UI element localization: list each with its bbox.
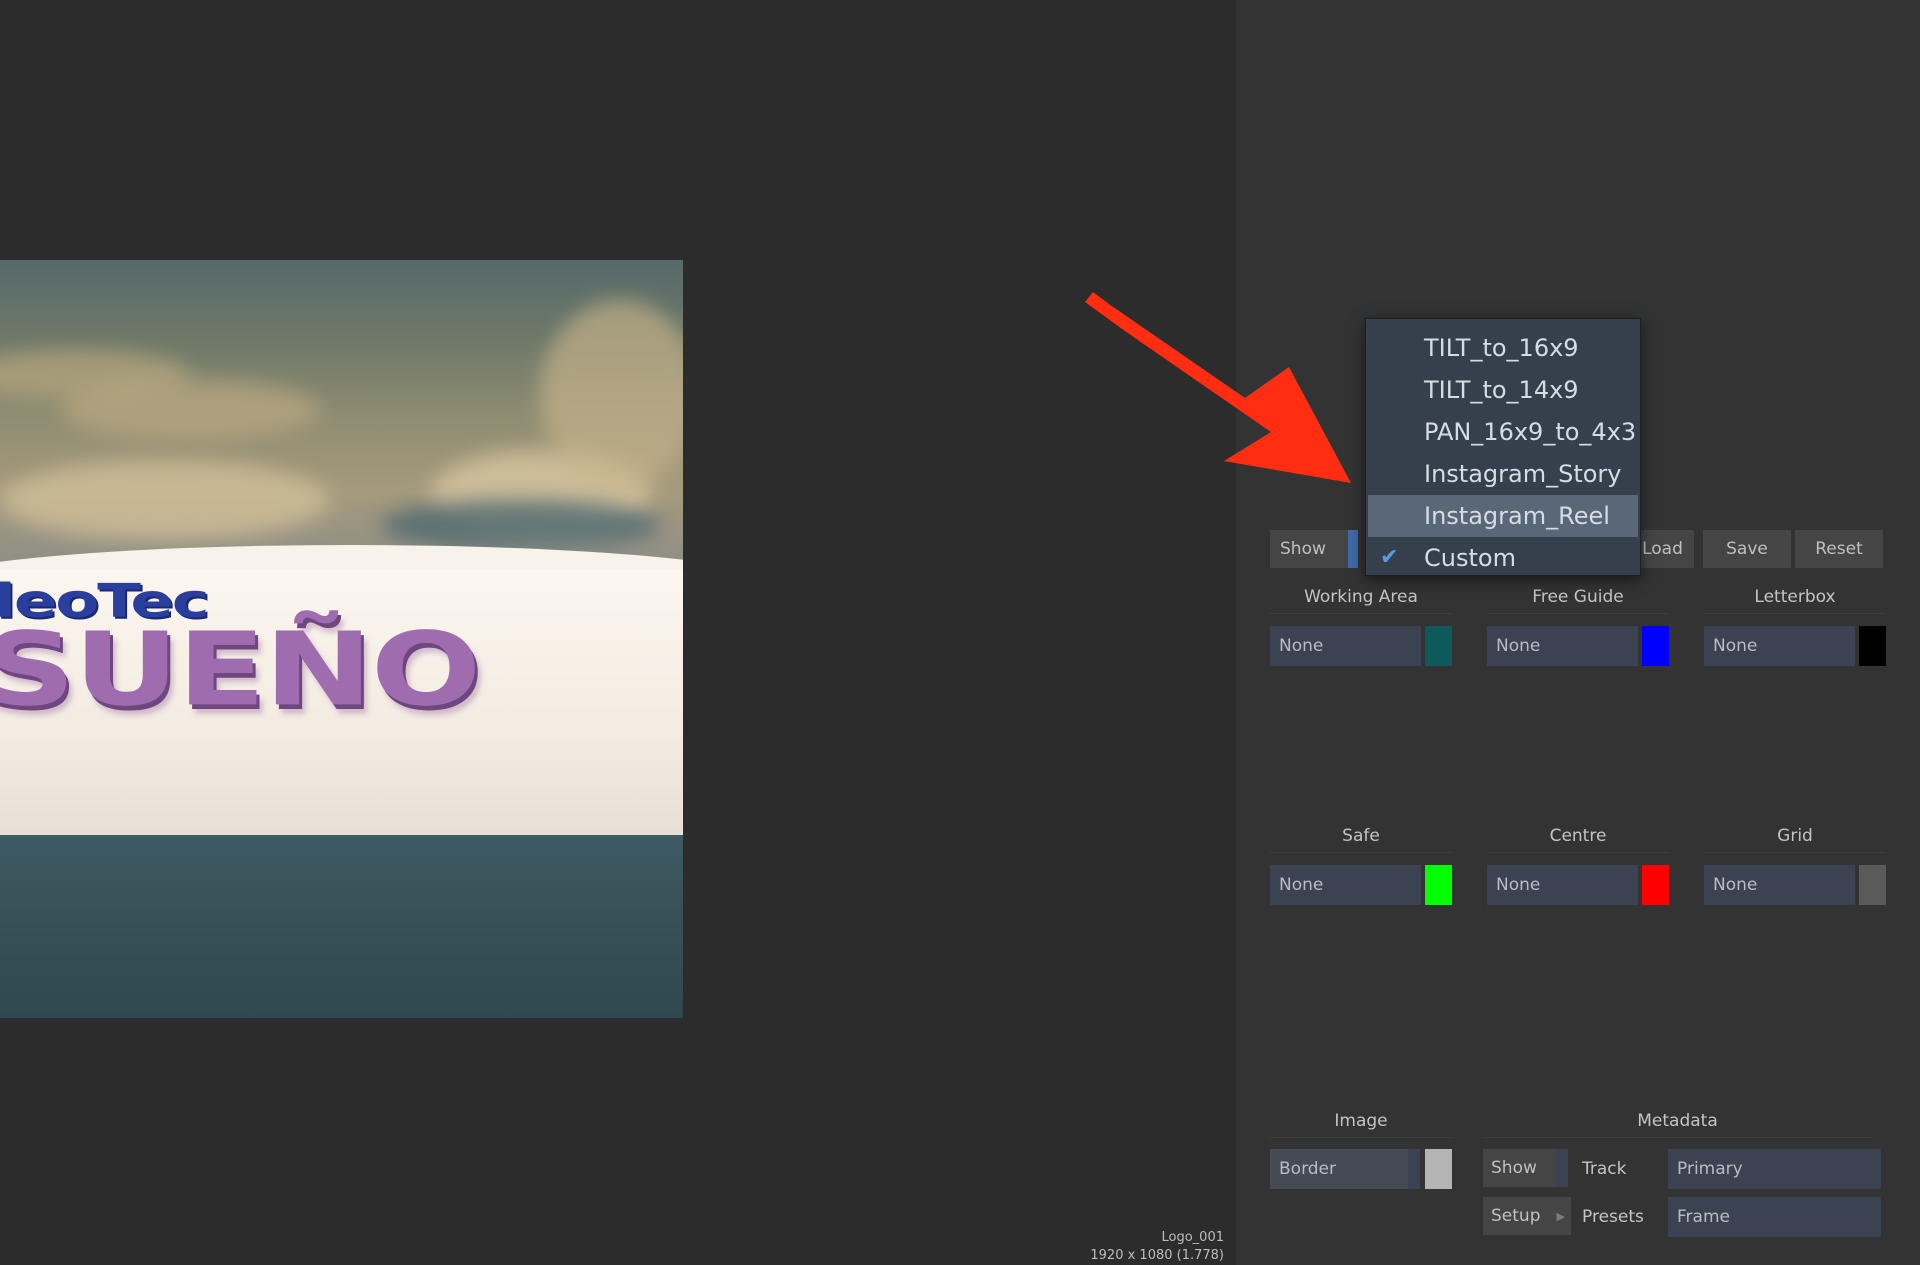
metadata-show-button[interactable]: Show xyxy=(1483,1149,1559,1187)
overlay-mode-value: None xyxy=(1713,636,1758,656)
overlay-color-swatch[interactable] xyxy=(1425,865,1452,905)
overlay-title: Letterbox xyxy=(1754,587,1836,607)
dropdown-item-label: Instagram_Reel xyxy=(1424,502,1610,530)
sky-bottom xyxy=(0,835,683,1018)
show-label: Show xyxy=(1280,539,1326,559)
divider xyxy=(1487,613,1669,614)
overlay-mode-field[interactable]: None xyxy=(1487,626,1638,666)
save-button[interactable]: Save xyxy=(1703,530,1791,568)
preset-dropdown-menu[interactable]: TILT_to_16x9 TILT_to_14x9 PAN_16x9_to_4x3 I… xyxy=(1365,318,1641,576)
reset-label: Reset xyxy=(1815,539,1863,559)
presets-label: Presets xyxy=(1582,1207,1644,1227)
metadata-show-label: Show xyxy=(1491,1158,1537,1178)
show-toggle-button[interactable]: Show xyxy=(1270,530,1358,568)
divider xyxy=(1704,613,1886,614)
border-label: Border xyxy=(1279,1159,1336,1179)
overlay-mode-field[interactable]: None xyxy=(1270,626,1421,666)
overlay-color-swatch[interactable] xyxy=(1859,865,1886,905)
dropdown-item-label: TILT_to_14x9 xyxy=(1424,376,1579,404)
dropdown-item[interactable]: PAN_16x9_to_4x3 xyxy=(1366,411,1640,453)
reset-button[interactable]: Reset xyxy=(1795,530,1883,568)
dropdown-item-label: Custom xyxy=(1424,544,1516,572)
overlay-title: Grid xyxy=(1777,826,1813,846)
dropdown-item[interactable]: TILT_to_14x9 xyxy=(1366,369,1640,411)
overlay-title: Centre xyxy=(1549,826,1607,846)
show-toggle-indicator xyxy=(1348,530,1358,568)
overlay-color-swatch[interactable] xyxy=(1859,626,1886,666)
setup-button[interactable]: Setup ▶ xyxy=(1483,1197,1571,1235)
setup-label: Setup xyxy=(1491,1206,1541,1226)
clip-resolution: 1920 x 1080 (1.778) xyxy=(1090,1248,1224,1263)
dropdown-item-label: Instagram_Story xyxy=(1424,460,1622,488)
track-label: Track xyxy=(1582,1159,1627,1179)
track-field[interactable]: Primary xyxy=(1668,1149,1881,1189)
divider xyxy=(1487,852,1669,853)
save-label: Save xyxy=(1726,539,1768,559)
border-field-edge xyxy=(1408,1149,1420,1189)
clip-info: Logo_001 1920 x 1080 (1.778) xyxy=(1090,1229,1224,1265)
overlay-mode-value: None xyxy=(1496,636,1541,656)
overlay-mode-value: None xyxy=(1279,636,1324,656)
overlay-mode-field[interactable]: None xyxy=(1704,865,1855,905)
overlay-title: Free Guide xyxy=(1532,587,1624,607)
dropdown-item-label: TILT_to_16x9 xyxy=(1424,334,1579,362)
dropdown-item[interactable]: TILT_to_16x9 xyxy=(1366,327,1640,369)
dropdown-item[interactable]: ✔ Custom xyxy=(1366,537,1640,579)
divider xyxy=(1704,852,1886,853)
overlay-color-swatch[interactable] xyxy=(1425,626,1452,666)
divider xyxy=(1483,1137,1872,1138)
clip-name: Logo_001 xyxy=(1161,1230,1225,1245)
dropdown-item[interactable]: Instagram_Story xyxy=(1366,453,1640,495)
dropdown-item[interactable]: Instagram_Reel xyxy=(1368,495,1638,537)
overlay-color-swatch[interactable] xyxy=(1642,626,1669,666)
overlay-mode-field[interactable]: None xyxy=(1270,865,1421,905)
overlay-title: Safe xyxy=(1342,826,1380,846)
divider xyxy=(1270,1137,1452,1138)
dropdown-item-label: PAN_16x9_to_4x3 xyxy=(1424,418,1637,446)
viewer-image: deoTec SUEÑO xyxy=(0,260,683,1018)
chevron-right-icon: ▶ xyxy=(1556,1209,1565,1223)
divider xyxy=(1270,852,1452,853)
divider xyxy=(1270,613,1452,614)
border-field[interactable]: Border xyxy=(1270,1149,1408,1189)
metadata-section-title: Metadata xyxy=(1637,1111,1718,1131)
presets-field[interactable]: Frame xyxy=(1668,1197,1881,1237)
overlay-mode-field[interactable]: None xyxy=(1704,626,1855,666)
logo-big-text: SUEÑO xyxy=(0,610,481,729)
presets-value: Frame xyxy=(1677,1207,1730,1227)
viewer-area: deoTec SUEÑO Logo_001 1920 x 1080 (1.778… xyxy=(0,0,1236,1265)
overlay-mode-value: None xyxy=(1713,875,1758,895)
overlay-mode-value: None xyxy=(1279,875,1324,895)
image-section-title: Image xyxy=(1334,1111,1388,1131)
overlay-mode-value: None xyxy=(1496,875,1541,895)
overlay-mode-field[interactable]: None xyxy=(1487,865,1638,905)
overlay-title: Working Area xyxy=(1304,587,1418,607)
overlay-color-swatch[interactable] xyxy=(1642,865,1669,905)
metadata-show-indicator xyxy=(1556,1149,1568,1187)
border-color-swatch[interactable] xyxy=(1425,1149,1452,1189)
checkmark-icon: ✔ xyxy=(1380,545,1399,570)
overlay-settings-panel: Show Load Save Reset Image Border Metada… xyxy=(1236,0,1920,1265)
track-value: Primary xyxy=(1677,1159,1743,1179)
load-label: Load xyxy=(1642,539,1683,559)
